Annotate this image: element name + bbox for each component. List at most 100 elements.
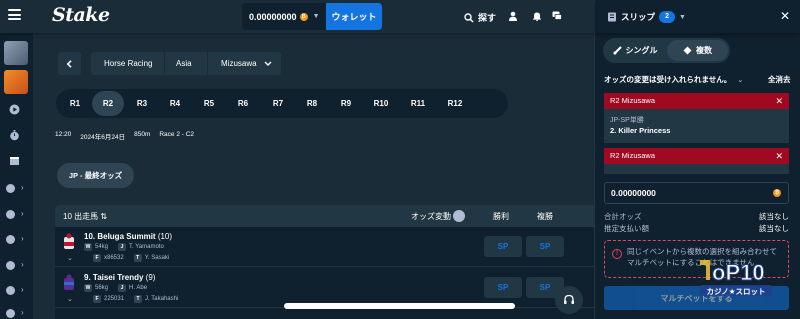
win-odds-button[interactable]: SP (484, 236, 522, 257)
win-odds-button[interactable]: SP (484, 277, 522, 298)
breadcrumb-separator (164, 52, 165, 75)
race-tab-r6[interactable]: R6 (227, 91, 259, 116)
stake-input[interactable]: 0.00000000 ₿ (604, 182, 789, 204)
breadcrumb-separator (207, 52, 208, 75)
stake-logo[interactable]: Stake (52, 4, 110, 26)
tab-single-label: シングル (625, 46, 658, 55)
race-tab-r4[interactable]: R4 (159, 91, 191, 116)
stopwatch-icon[interactable] (9, 130, 20, 141)
est-payout-row: 推定支払い額 該当なし (604, 223, 789, 234)
menu-icon[interactable] (8, 9, 21, 20)
runners-sort[interactable]: 10 出走馬 ⇅ (63, 211, 107, 222)
runner-trainer: J. Takahashi (145, 296, 179, 302)
sport-basketball[interactable]: › (5, 209, 29, 221)
race-tab-r8[interactable]: R8 (296, 91, 328, 116)
chevron-right-icon: › (21, 308, 24, 317)
win-column-header: 勝利 (493, 212, 509, 221)
final-odds-button[interactable]: JP - 最終オッズ (57, 163, 134, 188)
horizontal-scrollbar[interactable] (284, 303, 515, 309)
race-tab-r5[interactable]: R5 (193, 91, 225, 116)
soccer-icon (6, 184, 15, 193)
sport-tennis[interactable]: › (5, 234, 29, 246)
svg-text:カジノ★スロット: カジノ★スロット (706, 287, 765, 296)
sport-soccer[interactable]: › (5, 183, 29, 195)
race-tab-r11[interactable]: R11 (402, 91, 434, 116)
balance-selector[interactable]: 0.00000000 ₿ ▼ (242, 3, 326, 30)
odds-change-setting[interactable]: オッズの変更は受け入れられません。 ⌄ (604, 74, 743, 85)
clear-all-button[interactable]: 全消去 (768, 74, 791, 85)
runner-weight: 56kg (95, 285, 109, 291)
race-tab-r12[interactable]: R12 (439, 91, 471, 116)
jockey-badge: J (118, 243, 127, 251)
chevron-right-icon: › (21, 209, 24, 218)
sport-cricket[interactable]: › (5, 308, 29, 319)
race-tab-r3[interactable]: R3 (126, 91, 158, 116)
weight-badge: W (84, 284, 92, 292)
sports-thumbnail[interactable] (4, 70, 28, 94)
chevron-down-icon: ▼ (312, 13, 320, 20)
runners-table-header: 10 出走馬 ⇅ オッズ変動 勝利 複勝 (55, 205, 598, 227)
headset-icon (564, 294, 574, 304)
race-tab-r10[interactable]: R10 (365, 91, 397, 116)
multi-bet-icon (683, 46, 692, 55)
balance-value: 0.00000000 (249, 11, 297, 22)
breadcrumb-horse-racing[interactable]: Horse Racing (91, 52, 164, 75)
form-badge: F (93, 295, 101, 303)
betslip-title[interactable]: スリップ 2 ▼ (607, 11, 686, 23)
search-button[interactable]: 探す (464, 11, 496, 24)
runner-weight: 54kg (95, 244, 109, 250)
bet-race-name[interactable]: R2 Mizusawa (610, 96, 655, 105)
tab-multi[interactable]: 複数 (667, 40, 728, 61)
race-date: 2024年6月24日 (80, 134, 126, 141)
expand-chevron-icon[interactable]: ⌄ (67, 295, 73, 303)
total-odds-label: 合計オッズ (604, 212, 642, 221)
runner-barrier: (10) (157, 232, 173, 241)
back-button[interactable] (58, 52, 81, 75)
runner-name-text: 10. Beluga Summit (84, 232, 156, 241)
runner-jockey: T. Yamamoto (129, 244, 164, 250)
bet-race-name[interactable]: R2 Mizusawa (610, 151, 655, 160)
calendar-icon[interactable] (9, 155, 20, 166)
sport-golf[interactable]: › (5, 285, 29, 297)
form-badge: F (93, 254, 101, 262)
jockey-silk-icon (64, 274, 74, 290)
race-tab-r1[interactable]: R1 (59, 91, 91, 116)
warning-icon: ! (612, 249, 622, 259)
single-bet-icon (612, 46, 622, 55)
runners-table: 10 出走馬 ⇅ オッズ変動 勝利 複勝 10. Beluga Summit (… (55, 205, 598, 319)
user-icon[interactable] (508, 11, 518, 21)
chevron-right-icon: › (21, 285, 24, 294)
jockey-silk-icon (64, 233, 74, 249)
race-distance: 850m (134, 131, 151, 138)
bell-icon[interactable] (532, 11, 542, 21)
bet-type-tabs: シングル 複数 (603, 38, 730, 63)
chat-icon[interactable] (552, 11, 562, 21)
breadcrumb-mizusawa[interactable]: Mizusawa (207, 52, 281, 75)
tennis-icon (6, 235, 15, 244)
basketball-icon (6, 210, 15, 219)
odds-change-label: オッズ変動 (411, 212, 451, 221)
remove-bet-icon[interactable]: ✕ (775, 93, 783, 109)
remove-bet-icon[interactable]: ✕ (775, 148, 783, 164)
chevron-down-icon (264, 61, 272, 66)
sport-baseball[interactable]: › (5, 260, 29, 272)
casino-thumbnail[interactable] (4, 41, 28, 65)
tab-single[interactable]: シングル (605, 40, 665, 61)
race-tab-r7[interactable]: R7 (262, 91, 294, 116)
odds-change-toggle[interactable] (453, 210, 465, 222)
breadcrumb-asia[interactable]: Asia (164, 52, 207, 75)
tab-multi-label: 複数 (696, 46, 712, 55)
svg-text:oP10: oP10 (712, 260, 765, 285)
play-icon[interactable] (9, 104, 20, 115)
race-tab-r9[interactable]: R9 (330, 91, 362, 116)
race-tab-r2[interactable]: R2 (92, 91, 124, 116)
close-icon[interactable]: ✕ (780, 9, 790, 23)
weight-badge: W (84, 243, 92, 251)
place-odds-button[interactable]: SP (526, 236, 564, 257)
chevron-right-icon: › (21, 234, 24, 243)
live-support-button[interactable] (555, 286, 583, 314)
wallet-button[interactable]: ウォレット (326, 3, 382, 30)
expand-chevron-icon[interactable]: ⌄ (67, 254, 73, 262)
chevron-right-icon: › (21, 183, 24, 192)
left-sidebar: › › › › › › (0, 33, 33, 319)
